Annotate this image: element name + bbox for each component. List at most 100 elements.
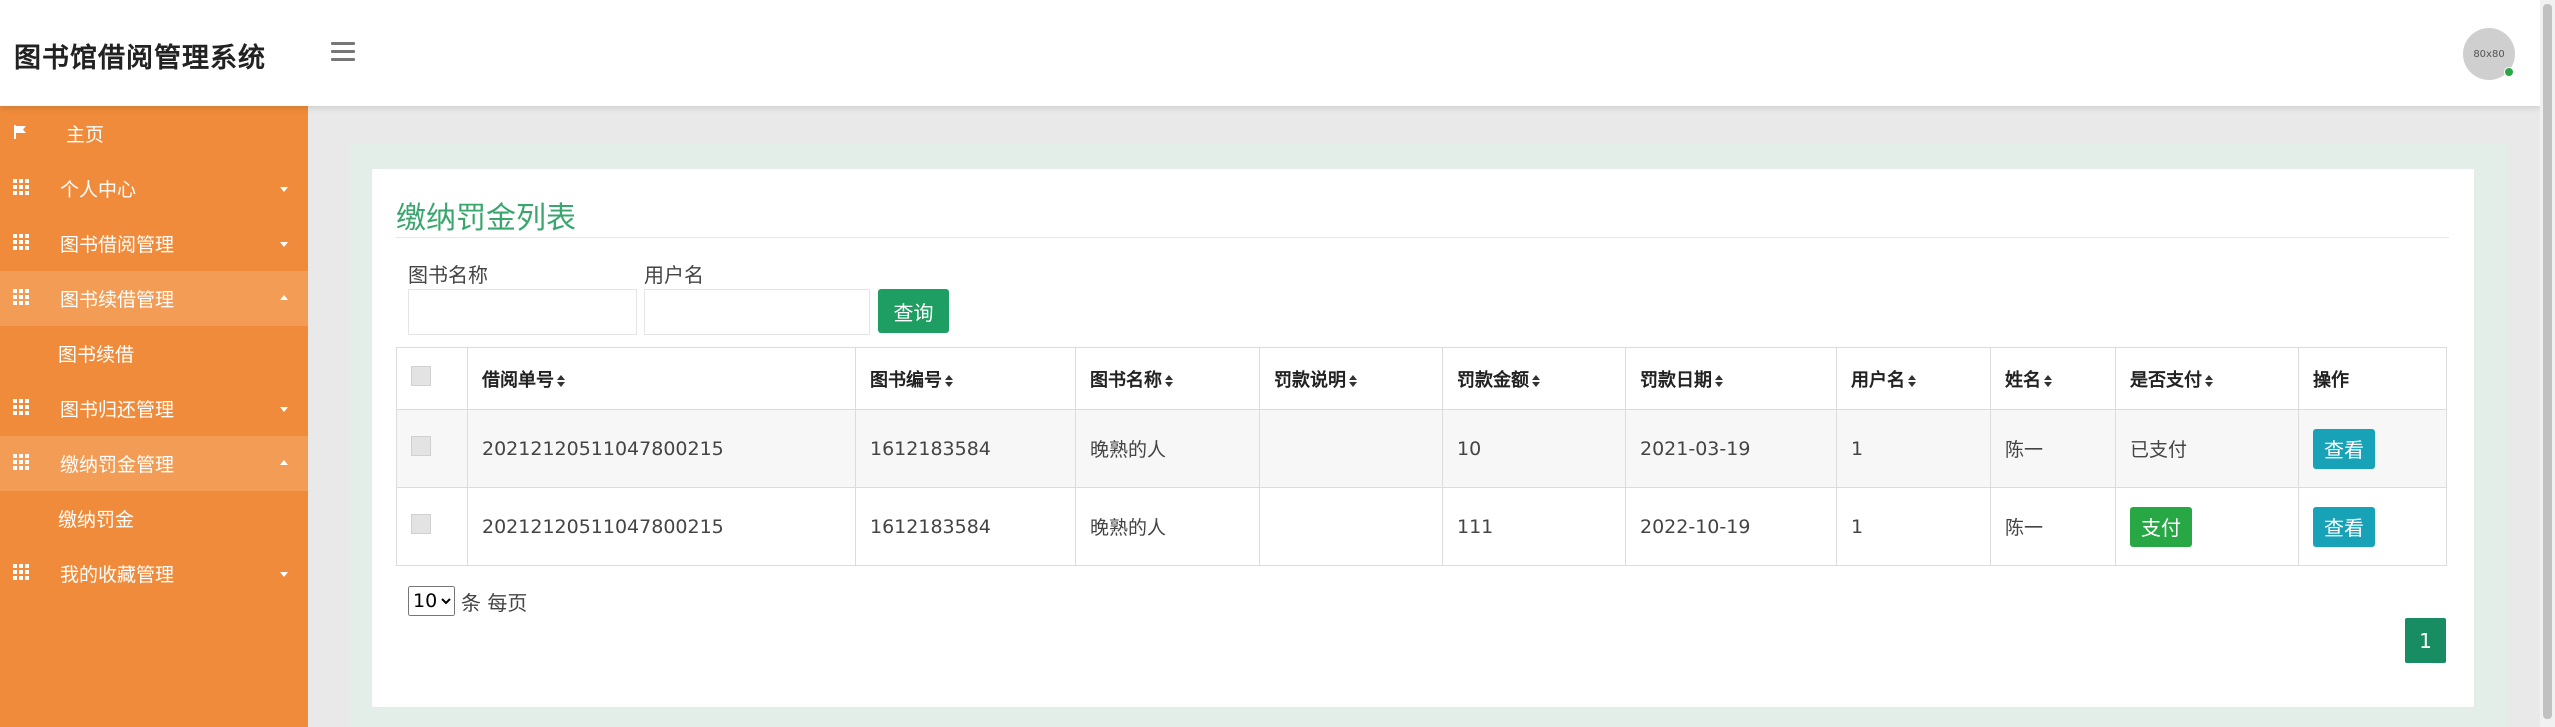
- sidebar-item-favorites-management[interactable]: 我的收藏管理: [0, 546, 308, 601]
- sidebar-item-renew-management[interactable]: 图书续借管理: [0, 271, 308, 326]
- column-header[interactable]: 是否支付: [2115, 347, 2299, 410]
- paid-status-cell: 支付: [2115, 487, 2299, 566]
- sidebar-item-home[interactable]: 主页: [0, 106, 308, 161]
- pay-button[interactable]: 支付: [2130, 506, 2192, 547]
- menu-toggle-icon[interactable]: [331, 42, 355, 62]
- column-header-label: 借阅单号: [482, 369, 554, 391]
- view-button[interactable]: 查看: [2313, 428, 2375, 469]
- paid-status-cell: 已支付: [2115, 409, 2299, 488]
- row-checkbox[interactable]: [411, 514, 431, 534]
- table-header-row: 借阅单号 图书编号 图书名称 罚款说明 罚款金额 罚款日期 用户名 姓名 是否支…: [396, 347, 2447, 410]
- page-number-button[interactable]: 1: [2405, 618, 2446, 663]
- title-divider: [396, 237, 2449, 238]
- grid-icon: [13, 399, 29, 415]
- column-header[interactable]: 借阅单号: [467, 347, 856, 410]
- column-header[interactable]: 罚款说明: [1259, 347, 1443, 410]
- chevron-down-icon: [280, 407, 288, 412]
- sort-icon: [2044, 374, 2052, 387]
- avatar-placeholder-text: 80x80: [2473, 48, 2505, 60]
- username-input[interactable]: [644, 289, 870, 335]
- column-header-label: 罚款日期: [1640, 369, 1712, 391]
- flag-icon: [14, 125, 26, 139]
- view-button[interactable]: 查看: [2313, 506, 2375, 547]
- name-cell: 陈一: [1990, 409, 2116, 488]
- scrollbar-thumb[interactable]: [2543, 4, 2552, 719]
- column-header-label: 图书名称: [1090, 369, 1162, 391]
- sort-icon: [1349, 374, 1357, 387]
- sidebar-item-borrow-management[interactable]: 图书借阅管理: [0, 216, 308, 271]
- book-no-cell: 1612183584: [855, 409, 1076, 488]
- sidebar-item-label: 主页: [66, 124, 105, 146]
- fines-table: 借阅单号 图书编号 图书名称 罚款说明 罚款金额 罚款日期 用户名 姓名 是否支…: [396, 347, 2447, 566]
- username-label: 用户名: [644, 263, 704, 287]
- chevron-up-icon: [280, 460, 288, 465]
- sidebar-item-return-management[interactable]: 图书归还管理: [0, 381, 308, 436]
- fine-list-panel: 缴纳罚金列表 图书名称 用户名 查询 借阅单号 图书编号 图书名称 罚款说明 罚…: [372, 169, 2474, 707]
- sidebar-item-label: 个人中心: [60, 179, 137, 201]
- column-header[interactable]: 用户名: [1836, 347, 1991, 410]
- sidebar-subitem-pay-fine[interactable]: 缴纳罚金: [0, 491, 308, 546]
- sort-icon: [945, 374, 953, 387]
- grid-icon: [13, 289, 29, 305]
- sidebar-item-fine-management[interactable]: 缴纳罚金管理: [0, 436, 308, 491]
- column-header-label: 罚款金额: [1457, 369, 1529, 391]
- select-all-checkbox[interactable]: [411, 366, 431, 386]
- book-name-label: 图书名称: [408, 263, 488, 287]
- chevron-down-icon: [280, 242, 288, 247]
- table-row: 20212120511047800215 1612183584 晚熟的人 111…: [396, 487, 2447, 566]
- sort-icon: [1908, 374, 1916, 387]
- page-scrollbar[interactable]: [2540, 0, 2555, 727]
- chevron-down-icon: [280, 187, 288, 192]
- sort-icon: [2205, 374, 2213, 387]
- book-name-cell: 晚熟的人: [1075, 409, 1260, 488]
- grid-icon: [13, 454, 29, 470]
- column-header-label: 罚款说明: [1274, 369, 1346, 391]
- per-page-suffix: 条 每页: [461, 590, 528, 615]
- borrow-no-cell: 20212120511047800215: [467, 487, 856, 566]
- fine-date-cell: 2022-10-19: [1625, 487, 1837, 566]
- borrow-no-cell: 20212120511047800215: [467, 409, 856, 488]
- username-cell: 1: [1836, 409, 1991, 488]
- username-cell: 1: [1836, 487, 1991, 566]
- actions-cell: 查看: [2298, 487, 2447, 566]
- actions-cell: 查看: [2298, 409, 2447, 488]
- chevron-down-icon: [280, 572, 288, 577]
- column-header-label: 姓名: [2005, 369, 2041, 391]
- column-header[interactable]: 图书名称: [1075, 347, 1260, 410]
- column-header[interactable]: 图书编号: [855, 347, 1076, 410]
- table-row: 20212120511047800215 1612183584 晚熟的人 10 …: [396, 409, 2447, 488]
- column-header[interactable]: 罚款金额: [1442, 347, 1626, 410]
- sort-icon: [1715, 374, 1723, 387]
- sidebar-subitem-renew[interactable]: 图书续借: [0, 326, 308, 381]
- avatar[interactable]: 80x80: [2463, 28, 2515, 80]
- column-header-label: 用户名: [1851, 369, 1905, 391]
- query-button[interactable]: 查询: [878, 289, 949, 333]
- grid-icon: [13, 234, 29, 250]
- column-header[interactable]: 姓名: [1990, 347, 2116, 410]
- book-no-cell: 1612183584: [855, 487, 1076, 566]
- sidebar-item-personal-center[interactable]: 个人中心: [0, 161, 308, 216]
- row-checkbox[interactable]: [411, 436, 431, 456]
- chevron-up-icon: [280, 295, 288, 300]
- sidebar-item-label: 我的收藏管理: [60, 564, 175, 586]
- fine-desc-cell: [1259, 409, 1443, 488]
- book-name-input[interactable]: [408, 289, 637, 335]
- sidebar-item-label: 图书借阅管理: [60, 234, 175, 256]
- grid-icon: [13, 564, 29, 580]
- column-header-label: 是否支付: [2130, 369, 2202, 391]
- online-status-dot: [2504, 67, 2514, 77]
- sort-icon: [1165, 374, 1173, 387]
- sort-icon: [557, 374, 565, 387]
- sidebar-item-label: 缴纳罚金管理: [60, 454, 175, 476]
- row-select-cell: [396, 409, 468, 488]
- per-page-control: 10 20 50 条 每页: [408, 586, 527, 616]
- fine-desc-cell: [1259, 487, 1443, 566]
- row-select-cell: [396, 487, 468, 566]
- select-all-cell: [396, 347, 468, 410]
- book-name-cell: 晚熟的人: [1075, 487, 1260, 566]
- column-header[interactable]: 罚款日期: [1625, 347, 1837, 410]
- sort-icon: [1532, 374, 1540, 387]
- sidebar-item-label: 图书续借管理: [60, 289, 175, 311]
- per-page-select[interactable]: 10 20 50: [408, 586, 455, 616]
- top-header: 图书馆借阅管理系统 80x80: [0, 0, 2540, 106]
